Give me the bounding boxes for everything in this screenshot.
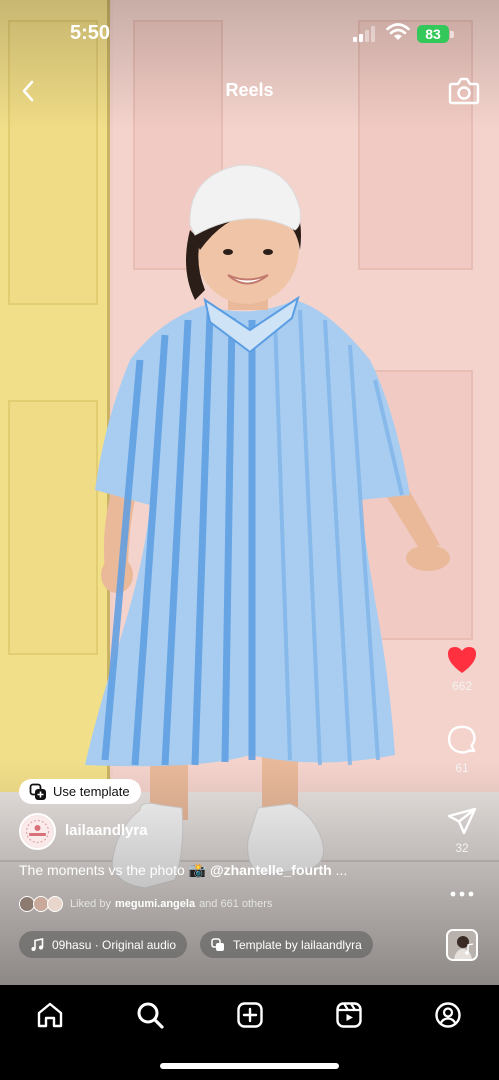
audio-pill[interactable]: 09hasu · Original audio [19,931,188,958]
use-template-button[interactable]: Use template [19,779,141,804]
audio-label: 09hasu · Original audio [52,937,177,952]
liked-by-user[interactable]: megumi.angela [115,898,195,910]
comment-icon [447,725,476,754]
home-indicator [160,1063,339,1069]
profile-logo-icon [22,816,53,847]
liked-by-prefix: Liked by [70,898,111,910]
camera-icon [448,77,480,105]
camera-button[interactable] [447,75,481,107]
caption-ellipsis: ... [331,862,348,878]
paper-plane-icon [447,807,477,835]
battery-indicator: 83 [417,24,455,44]
like-count: 662 [451,679,473,693]
comment-count: 61 [455,761,469,775]
tab-reels[interactable] [329,995,369,1035]
avatar[interactable] [19,813,56,850]
wifi-icon [386,23,410,40]
plus-square-icon [237,1002,263,1028]
caption-text: The moments vs the photo 📸 [19,862,210,878]
like-button[interactable]: 662 [442,645,482,693]
use-template-label: Use template [53,784,130,799]
liked-by-avatars [19,895,65,913]
template-icon [211,937,224,951]
profile-icon [435,1002,461,1028]
liked-by-row[interactable]: Liked by megumi.angela and 661 others [19,895,272,913]
home-icon [37,1002,63,1028]
template-pill[interactable]: Template by lailaandlyra [200,931,373,958]
more-options-button[interactable] [442,884,482,904]
cellular-signal-icon [353,26,375,42]
more-horizontal-icon [450,891,474,897]
comment-button[interactable]: 61 [442,724,482,775]
tab-profile[interactable] [428,995,468,1035]
username[interactable]: lailaandlyra [65,822,148,839]
page-title: Reels [225,80,274,100]
caption-mention[interactable]: @zhantelle_fourth [210,862,332,878]
tab-search[interactable] [130,995,170,1035]
battery-level: 83 [417,25,449,43]
audio-thumbnail[interactable] [446,929,478,961]
heart-icon [448,647,476,673]
template-icon [29,783,46,800]
tab-home[interactable] [30,995,70,1035]
status-time: 5:50 [70,22,111,44]
share-button[interactable]: 32 [442,806,482,855]
audio-cover-icon [448,931,476,959]
share-count: 32 [455,841,469,855]
search-icon [137,1002,164,1029]
tab-create[interactable] [230,995,270,1035]
template-label: Template by lailaandlyra [233,937,362,952]
reels-icon [336,1002,362,1028]
liked-by-suffix: and 661 others [199,898,273,910]
caption[interactable]: The moments vs the photo 📸 @zhantelle_fo… [19,862,439,879]
music-note-icon [31,937,44,951]
